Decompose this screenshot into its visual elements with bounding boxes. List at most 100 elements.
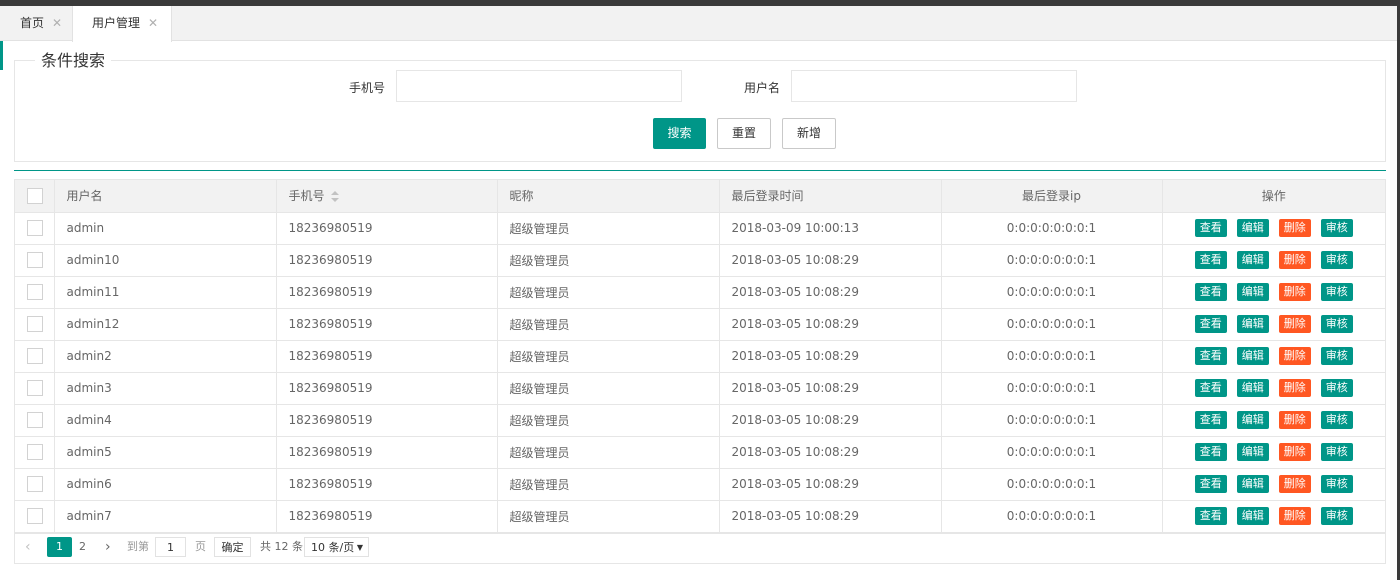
cell-nickname: 超级管理员 (497, 436, 720, 469)
edit-button[interactable]: 编辑 (1236, 507, 1269, 525)
col-username: 用户名 (54, 180, 277, 213)
delete-button[interactable]: 删除 (1278, 283, 1311, 301)
delete-button[interactable]: 删除 (1278, 219, 1311, 237)
cell-last-login: 2018-03-05 10:08:29 (719, 500, 942, 533)
username-input[interactable] (791, 70, 1077, 102)
delete-button[interactable]: 删除 (1278, 475, 1311, 493)
edit-button[interactable]: 编辑 (1236, 347, 1269, 365)
view-button[interactable]: 查看 (1194, 251, 1227, 269)
table-header: 用户名 手机号 昵称 最后登录时间 最后登录ip 操作 (15, 180, 1385, 213)
audit-button[interactable]: 审核 (1320, 347, 1353, 365)
audit-button[interactable]: 审核 (1320, 283, 1353, 301)
cell-last-login: 2018-03-05 10:08:29 (719, 404, 942, 437)
delete-button[interactable]: 删除 (1278, 251, 1311, 269)
table-row: admin2 18236980519 超级管理员 2018-03-05 10:08:2… (15, 340, 1385, 373)
cell-nickname: 超级管理员 (497, 404, 720, 437)
cell-phone: 18236980519 (276, 372, 498, 405)
col-last-login: 最后登录时间 (719, 180, 942, 213)
goto-page-input[interactable]: 1 (155, 537, 186, 557)
audit-button[interactable]: 审核 (1320, 411, 1353, 429)
delete-button[interactable]: 删除 (1278, 507, 1311, 525)
row-checkbox[interactable] (27, 252, 43, 268)
next-page-icon[interactable]: › (105, 537, 111, 557)
goto-label: 到第 (127, 540, 149, 553)
edit-button[interactable]: 编辑 (1236, 251, 1269, 269)
cell-username: admin12 (54, 308, 277, 341)
edit-button[interactable]: 编辑 (1236, 475, 1269, 493)
search-button[interactable]: 搜索 (653, 118, 706, 149)
reset-button[interactable]: 重置 (717, 118, 771, 149)
audit-button[interactable]: 审核 (1320, 507, 1353, 525)
delete-button[interactable]: 删除 (1278, 315, 1311, 333)
row-checkbox[interactable] (27, 220, 43, 236)
tab-home[interactable]: 首页 ✕ (0, 6, 72, 41)
view-button[interactable]: 查看 (1194, 507, 1227, 525)
phone-input[interactable] (396, 70, 682, 102)
row-checkbox[interactable] (27, 380, 43, 396)
row-select-cell (15, 404, 55, 437)
cell-actions: 查看 编辑 删除 审核 (1162, 212, 1385, 245)
tab-user-management[interactable]: 用户管理 ✕ (72, 6, 172, 42)
page-size-select[interactable]: 10 条/页 ▼ (304, 537, 369, 557)
edit-button[interactable]: 编辑 (1236, 411, 1269, 429)
view-button[interactable]: 查看 (1194, 475, 1227, 493)
audit-button[interactable]: 审核 (1320, 443, 1353, 461)
edit-button[interactable]: 编辑 (1236, 283, 1269, 301)
cell-last-ip: 0:0:0:0:0:0:0:1 (941, 500, 1163, 533)
view-button[interactable]: 查看 (1194, 443, 1227, 461)
row-checkbox[interactable] (27, 284, 43, 300)
prev-page-icon[interactable]: ‹ (25, 537, 31, 557)
cell-username: admin4 (54, 404, 277, 437)
row-checkbox[interactable] (27, 348, 43, 364)
select-all-checkbox[interactable] (27, 187, 43, 204)
delete-button[interactable]: 删除 (1278, 443, 1311, 461)
view-button[interactable]: 查看 (1194, 315, 1227, 333)
audit-button[interactable]: 审核 (1320, 251, 1353, 269)
row-checkbox[interactable] (27, 316, 43, 332)
page-2-button[interactable]: 2 (79, 537, 86, 557)
close-icon[interactable]: ✕ (148, 16, 158, 30)
row-select-cell (15, 244, 55, 277)
audit-button[interactable]: 审核 (1320, 379, 1353, 397)
goto-confirm-button[interactable]: 确定 (214, 537, 251, 557)
cell-nickname: 超级管理员 (497, 212, 720, 245)
view-button[interactable]: 查看 (1194, 379, 1227, 397)
cell-username: admin11 (54, 276, 277, 309)
cell-actions: 查看 编辑 删除 审核 (1162, 468, 1385, 501)
view-button[interactable]: 查看 (1194, 411, 1227, 429)
row-checkbox[interactable] (27, 412, 43, 428)
col-nickname: 昵称 (497, 180, 720, 213)
cell-nickname: 超级管理员 (497, 276, 720, 309)
tab-user-management-label: 用户管理 (92, 16, 141, 30)
view-button[interactable]: 查看 (1194, 347, 1227, 365)
view-button[interactable]: 查看 (1194, 283, 1227, 301)
row-checkbox[interactable] (27, 444, 43, 460)
audit-button[interactable]: 审核 (1320, 315, 1353, 333)
audit-button[interactable]: 审核 (1320, 219, 1353, 237)
audit-button[interactable]: 审核 (1320, 475, 1353, 493)
row-checkbox[interactable] (27, 476, 43, 492)
cell-nickname: 超级管理员 (497, 468, 720, 501)
cell-last-login: 2018-03-05 10:08:29 (719, 436, 942, 469)
delete-button[interactable]: 删除 (1278, 411, 1311, 429)
cell-phone: 18236980519 (276, 500, 498, 533)
sort-icon[interactable] (330, 190, 339, 203)
page-1-button[interactable]: 1 (47, 537, 72, 557)
cell-last-login: 2018-03-09 10:00:13 (719, 212, 942, 245)
delete-button[interactable]: 删除 (1278, 347, 1311, 365)
table-row: admin4 18236980519 超级管理员 2018-03-05 10:08:2… (15, 404, 1385, 437)
cell-actions: 查看 编辑 删除 审核 (1162, 244, 1385, 277)
close-icon[interactable]: ✕ (52, 16, 62, 30)
total-count: 共 12 条 (260, 540, 303, 553)
table-row: admin 18236980519 超级管理员 2018-03-09 10:00:13… (15, 212, 1385, 245)
row-select-cell (15, 276, 55, 309)
edit-button[interactable]: 编辑 (1236, 379, 1269, 397)
edit-button[interactable]: 编辑 (1236, 219, 1269, 237)
edit-button[interactable]: 编辑 (1236, 315, 1269, 333)
add-button[interactable]: 新增 (782, 118, 836, 149)
delete-button[interactable]: 删除 (1278, 379, 1311, 397)
view-button[interactable]: 查看 (1194, 219, 1227, 237)
edit-button[interactable]: 编辑 (1236, 443, 1269, 461)
row-checkbox[interactable] (27, 508, 43, 524)
col-phone[interactable]: 手机号 (276, 180, 498, 213)
